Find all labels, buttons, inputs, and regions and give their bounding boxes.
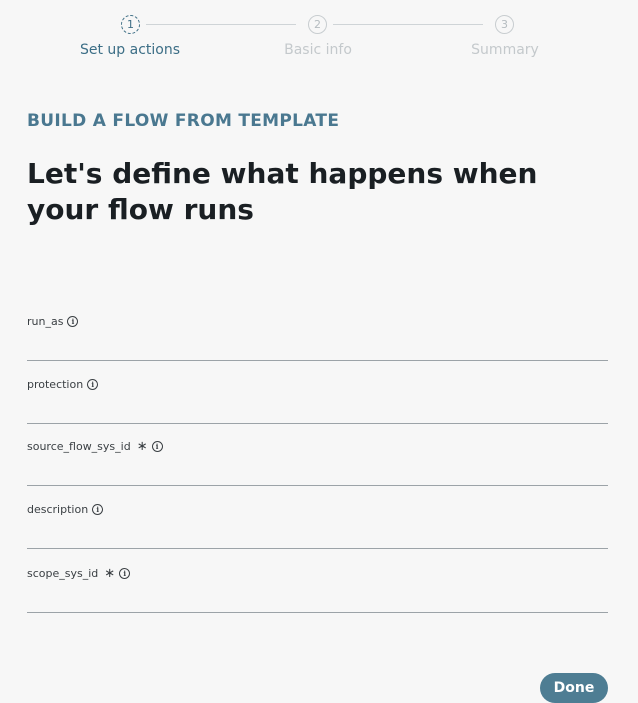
run-as-field: run_as i bbox=[27, 313, 608, 361]
source-flow-sys-id-label: source_flow_sys_id bbox=[27, 439, 131, 453]
progress-stepper: 1 2 3 Set up actions Basic info Summary bbox=[0, 0, 638, 80]
info-icon[interactable]: i bbox=[119, 567, 131, 579]
step-3-label: Summary bbox=[471, 42, 539, 58]
required-asterisk-icon: ∗ bbox=[136, 438, 148, 454]
info-icon[interactable]: i bbox=[87, 378, 99, 390]
info-icon[interactable]: i bbox=[151, 440, 163, 452]
description-label: description bbox=[27, 502, 89, 516]
step-connector bbox=[333, 24, 483, 25]
page-eyebrow: BUILD A FLOW FROM TEMPLATE bbox=[27, 111, 340, 131]
source-flow-sys-id-input[interactable] bbox=[27, 460, 608, 486]
step-connector bbox=[146, 24, 296, 25]
description-field: description i bbox=[27, 501, 608, 549]
step-2-label: Basic info bbox=[284, 42, 352, 58]
step-2-number-icon: 2 bbox=[308, 15, 327, 34]
source-flow-sys-id-field: source_flow_sys_id ∗ i bbox=[27, 438, 608, 486]
info-icon[interactable]: i bbox=[92, 503, 104, 515]
step-1-number-icon: 1 bbox=[121, 15, 140, 34]
page-title: Let's define what happens when your flow… bbox=[27, 157, 538, 226]
required-asterisk-icon: ∗ bbox=[104, 565, 116, 581]
run-as-input[interactable] bbox=[27, 335, 608, 361]
protection-field: protection i bbox=[27, 376, 608, 424]
scope-sys-id-input[interactable] bbox=[27, 587, 608, 613]
description-input[interactable] bbox=[27, 523, 608, 549]
step-1-label: Set up actions bbox=[79, 42, 181, 58]
step-3-number-icon: 3 bbox=[495, 15, 514, 34]
protection-input[interactable] bbox=[27, 398, 608, 424]
scope-sys-id-label: scope_sys_id bbox=[27, 566, 99, 580]
protection-label: protection bbox=[27, 377, 84, 391]
run-as-label: run_as bbox=[27, 314, 64, 328]
scope-sys-id-field: scope_sys_id ∗ i bbox=[27, 565, 608, 613]
info-icon[interactable]: i bbox=[67, 315, 79, 327]
